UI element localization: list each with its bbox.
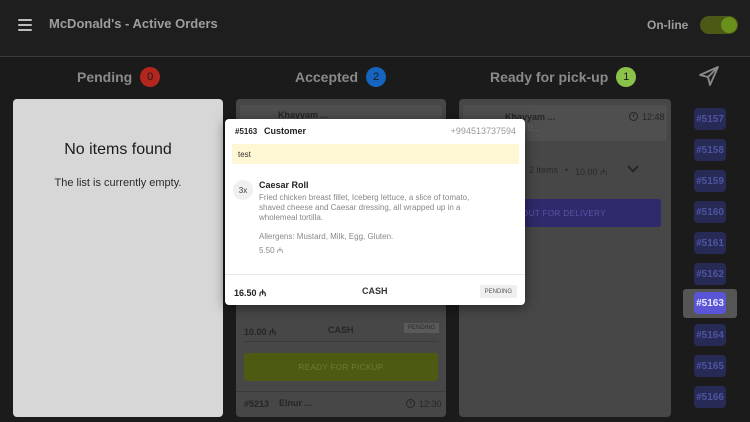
- online-toggle[interactable]: [700, 16, 738, 34]
- order-status-badge: PENDING: [404, 323, 440, 333]
- item-quantity: 3x: [233, 180, 253, 200]
- order-sidebar: #5157 #5158 #5159 #5160 #5161 #5162 #516…: [683, 99, 737, 422]
- sidebar-order-item[interactable]: #5160: [694, 201, 726, 223]
- sidebar-order-item[interactable]: #5158: [694, 139, 726, 161]
- sidebar-order-item[interactable]: #5164: [694, 324, 726, 346]
- order-note: test: [232, 144, 519, 164]
- sidebar-order-item[interactable]: #5159: [694, 170, 726, 192]
- item-price: 5.50 ₼: [259, 246, 284, 255]
- order-detail-modal: #5163 Customer +994513737594 test 3x Cae…: [225, 119, 525, 305]
- sidebar-order-item[interactable]: #5166: [694, 386, 726, 408]
- online-status-label: On-line: [647, 18, 689, 32]
- toggle-knob: [721, 17, 737, 33]
- top-bar: McDonald's - Active Orders On-line: [0, 0, 750, 57]
- pending-count-badge: 0: [140, 67, 161, 87]
- app-root: McDonald's - Active Orders On-line Pendi…: [0, 0, 750, 422]
- modal-status-badge: PENDING: [479, 285, 517, 298]
- divider: [236, 391, 446, 392]
- modal-order-id: #5163: [235, 127, 258, 136]
- send-icon[interactable]: [697, 64, 721, 88]
- page-title: McDonald's - Active Orders: [49, 16, 218, 31]
- order-time: 12:48: [642, 112, 665, 122]
- sidebar-order-item[interactable]: #5162: [694, 263, 726, 285]
- modal-footer: 16.50 ₼ CASH PENDING: [225, 274, 525, 305]
- order-id: #5213: [244, 399, 270, 409]
- pending-column: No items found The list is currently emp…: [13, 99, 223, 417]
- clock-icon: [406, 399, 415, 408]
- order-total: 10.00 ₼: [575, 167, 608, 177]
- order-time: 12:30: [419, 399, 442, 409]
- modal-payment-method: CASH: [362, 286, 388, 296]
- modal-phone[interactable]: +994513737594: [451, 126, 516, 136]
- column-title-ready: Ready for pick-up: [490, 69, 609, 85]
- column-header-pending: Pending 0: [77, 66, 161, 88]
- modal-total: 16.50 ₼: [234, 288, 267, 298]
- sidebar-order-item[interactable]: #5165: [694, 355, 726, 377]
- chevron-down-icon[interactable]: [627, 161, 639, 173]
- empty-state-subtitle: The list is currently empty.: [54, 177, 182, 189]
- clock-icon: [629, 112, 638, 121]
- order-customer: Elnur ...: [279, 398, 313, 408]
- sidebar-order-item[interactable]: #5161: [694, 232, 726, 254]
- hamburger-menu-icon[interactable]: [18, 19, 32, 31]
- item-name: Caesar Roll: [259, 180, 309, 190]
- column-title-pending: Pending: [77, 69, 133, 85]
- item-allergens: Allergens: Mustard, Milk, Egg, Gluten.: [259, 232, 394, 241]
- order-separator: •: [565, 165, 569, 175]
- column-header-ready: Ready for pick-up 1: [490, 66, 637, 88]
- column-header-accepted: Accepted 2: [295, 66, 387, 88]
- ready-for-pickup-button[interactable]: READY FOR PICKUP: [244, 353, 438, 381]
- order-item-count: 2 items: [529, 165, 559, 175]
- order-payment: CASH: [328, 325, 354, 335]
- column-title-accepted: Accepted: [295, 69, 359, 85]
- modal-customer-label: Customer: [264, 126, 307, 136]
- sidebar-order-item[interactable]: #5157: [694, 108, 726, 130]
- accepted-count-badge: 2: [366, 67, 387, 87]
- order-total: 10.00 ₼: [244, 327, 277, 337]
- divider: [244, 341, 438, 342]
- empty-state-title: No items found: [64, 141, 172, 158]
- ready-count-badge: 1: [616, 67, 637, 87]
- sidebar-order-item-active[interactable]: #5163: [694, 292, 726, 314]
- item-description: Fried chicken breast fillet, Iceberg let…: [259, 193, 470, 222]
